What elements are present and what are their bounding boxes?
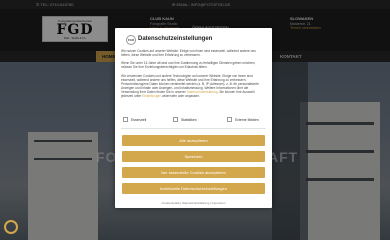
cookie-consent-dialog: FGD Datenschutzeinstellungen Wir nutzen … [115, 28, 272, 208]
privacy-policy-footer-link[interactable]: Datenschutzerklärung [182, 201, 209, 205]
cookie-details-link[interactable]: Cookie-Details [162, 201, 180, 205]
accept-essential-button[interactable]: Nur essenzielle Cookies akzeptieren [122, 167, 265, 178]
privacy-settings-icon[interactable] [4, 220, 18, 234]
consent-option-essential[interactable]: Essenziell [123, 117, 146, 122]
consent-option-external-media[interactable]: Externe Medien [227, 117, 259, 122]
option-label-statistics: Statistiken [181, 117, 197, 122]
settings-link[interactable]: Einstellungen [142, 94, 161, 98]
imprint-link[interactable]: Impressum [212, 201, 226, 205]
consent-paragraph-2: Wenn Sie unter 16 Jahre alt sind und Ihr… [121, 61, 256, 69]
individual-settings-button[interactable]: Individuelle Datenschutzeinstellungen [122, 183, 265, 194]
option-label-external-media: Externe Medien [235, 117, 259, 122]
option-label-essential: Essenziell [131, 117, 147, 122]
consent-paragraph-3-text-c: widerrufen oder anpassen. [161, 93, 200, 98]
consent-option-statistics[interactable]: Statistiken [173, 117, 197, 122]
consent-title: Datenschutzeinstellungen [138, 36, 213, 42]
consent-paragraph-3: Wir verwenden Cookies und andere Technol… [121, 74, 266, 98]
checkbox-external-media[interactable] [227, 117, 232, 122]
consent-paragraph-1: Wir nutzen Cookies auf unserer Website. … [121, 49, 256, 57]
divider [121, 128, 266, 129]
save-button[interactable]: Speichern [122, 151, 265, 162]
consent-logo-icon: FGD [126, 35, 136, 45]
consent-footer-links: Cookie-Details | Datenschutzerklärung | … [161, 201, 226, 205]
accept-all-button[interactable]: Alle akzeptieren [122, 135, 265, 146]
checkbox-statistics[interactable] [173, 117, 178, 122]
checkbox-essential[interactable] [123, 117, 128, 122]
